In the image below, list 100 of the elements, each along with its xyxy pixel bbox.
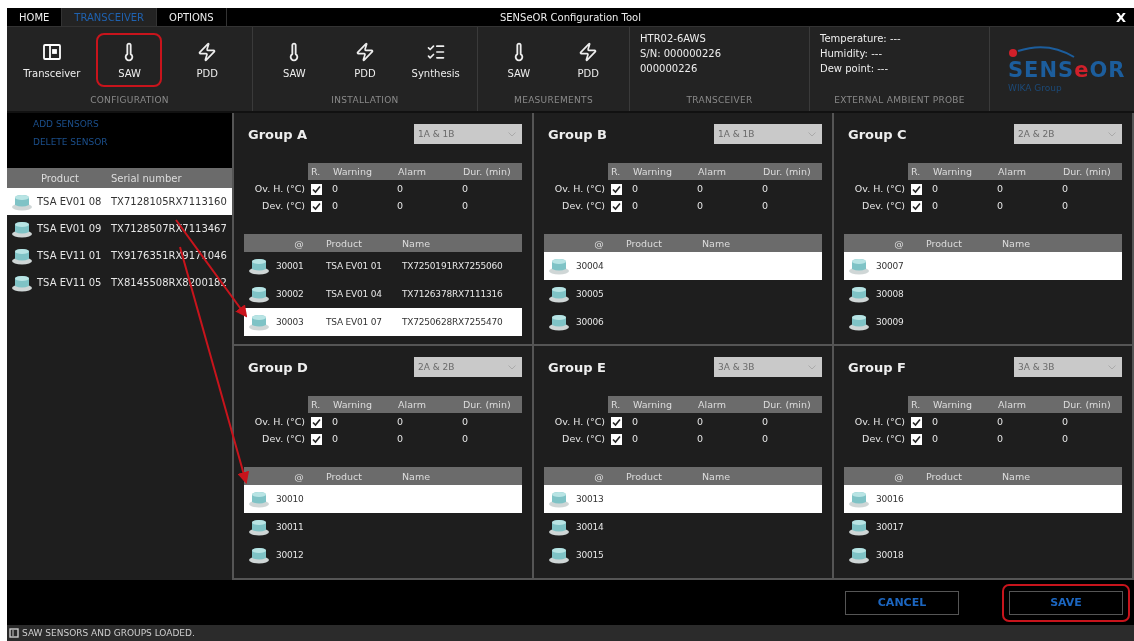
- warning-value: 0: [931, 433, 940, 444]
- checkbox[interactable]: [311, 201, 322, 212]
- group-dropdown[interactable]: 3A & 3B: [714, 357, 822, 377]
- sensor-row[interactable]: 30008: [844, 280, 1122, 308]
- product-cell-text: TSA EV01 04: [325, 289, 383, 299]
- checkbox[interactable]: [611, 184, 622, 195]
- checkbox[interactable]: [911, 184, 922, 195]
- sensor-icon: [548, 518, 570, 536]
- group-dropdown[interactable]: 3A & 3B: [1014, 357, 1122, 377]
- sensor-row[interactable]: 30007: [844, 252, 1122, 280]
- duration-value: 0: [1061, 416, 1070, 427]
- address-cell-text: 30009: [875, 317, 905, 327]
- sensor-row[interactable]: 30015: [544, 541, 822, 569]
- transceiver-info: S/N: 000000226: [640, 48, 722, 59]
- product-cell-text: TSA EV01 07: [325, 317, 383, 327]
- sensor-icon: [248, 257, 270, 275]
- sensor-row[interactable]: TSA EV01 08 TX7128105RX7113160: [7, 188, 232, 215]
- address-cell-text: 30003: [275, 317, 305, 327]
- product-cell-text: TSA EV01 01: [325, 261, 383, 271]
- warning-value: 0: [631, 416, 640, 427]
- ribbon-button[interactable]: PDD: [555, 33, 622, 87]
- action-button[interactable]: SAVE: [1002, 583, 1130, 622]
- close-button[interactable]: X: [1107, 8, 1134, 26]
- checkbox[interactable]: [911, 201, 922, 212]
- threshold-label: Ov. H. (°C): [253, 183, 306, 194]
- sensor-row[interactable]: 30010: [244, 485, 522, 513]
- sensor-row[interactable]: 30004: [544, 252, 822, 280]
- sensor-icon: [848, 518, 870, 536]
- alarm-value: 0: [696, 433, 705, 444]
- address-cell-text: 30007: [875, 261, 905, 271]
- checkbox[interactable]: [911, 434, 922, 445]
- sensor-icon: [11, 246, 33, 265]
- warning-value: 0: [631, 200, 640, 211]
- warning-value: 0: [631, 183, 640, 194]
- checkbox[interactable]: [311, 417, 322, 428]
- warning-value: 0: [631, 433, 640, 444]
- checkbox[interactable]: [611, 417, 622, 428]
- ribbon-button[interactable]: SAW: [485, 33, 552, 87]
- checkbox[interactable]: [611, 434, 622, 445]
- duration-value: 0: [761, 183, 770, 194]
- sensor-icon: [248, 546, 270, 564]
- column-header: Name: [401, 470, 432, 482]
- sensor-row[interactable]: 30003 TSA EV01 07 TX7250628RX7255470: [244, 308, 522, 336]
- duration-value: 0: [761, 433, 770, 444]
- column-header: Warning: [630, 163, 695, 180]
- sensor-row[interactable]: 30002 TSA EV01 04 TX7126378RX7111316: [244, 280, 522, 308]
- sensor-row[interactable]: 30017: [844, 513, 1122, 541]
- name-cell-text: TX7126378RX7111316: [401, 289, 503, 299]
- ribbon-button[interactable]: Synthesis: [402, 33, 469, 87]
- checkbox[interactable]: [311, 434, 322, 445]
- product-cell-text: TSA EV01 08: [37, 196, 103, 207]
- column-header: Warning: [330, 396, 395, 413]
- sensor-row[interactable]: 30012: [244, 541, 522, 569]
- ribbon-button[interactable]: SAW: [261, 33, 328, 87]
- column-header: Product: [37, 168, 107, 188]
- sensor-row[interactable]: 30005: [544, 280, 822, 308]
- sensor-icon: [11, 273, 33, 292]
- ribbon-button[interactable]: Transceiver: [18, 33, 85, 87]
- sensor-row[interactable]: 30016: [844, 485, 1122, 513]
- sensor-row[interactable]: 30006: [544, 308, 822, 336]
- address-cell-text: 30004: [575, 261, 605, 271]
- address-cell-text: 30017: [875, 522, 905, 532]
- column-header: Dur. (min): [1060, 163, 1122, 180]
- tab[interactable]: OPTIONS: [157, 8, 227, 26]
- sensor-row[interactable]: 30018: [844, 541, 1122, 569]
- group-title: Group E: [548, 359, 606, 375]
- column-header: Alarm: [395, 396, 460, 413]
- sensor-row[interactable]: 30011: [244, 513, 522, 541]
- lightning-icon: [355, 41, 375, 62]
- group-title: Group B: [548, 126, 607, 142]
- sensor-row[interactable]: 30013: [544, 485, 822, 513]
- lightning-icon: [197, 41, 218, 62]
- warning-value: 0: [931, 416, 940, 427]
- ribbon-button[interactable]: PDD: [332, 33, 398, 87]
- alarm-value: 0: [396, 433, 405, 444]
- column-header: Name: [1001, 470, 1032, 482]
- checkbox[interactable]: [311, 184, 322, 195]
- logo-tagline: WIKA Group: [1008, 83, 1063, 93]
- column-header: Warning: [930, 396, 995, 413]
- duration-value: 0: [1061, 183, 1070, 194]
- sensor-icon: [248, 285, 270, 303]
- address-cell-text: 30005: [575, 289, 605, 299]
- sensor-row[interactable]: 30009: [844, 308, 1122, 336]
- column-header: Product: [625, 237, 664, 249]
- threshold-label: Dev. (°C): [561, 433, 606, 444]
- threshold-label: Dev. (°C): [561, 200, 606, 211]
- threshold-label: Ov. H. (°C): [253, 416, 306, 427]
- ribbon-button[interactable]: SAW: [96, 33, 163, 87]
- threshold-label: Dev. (°C): [261, 200, 306, 211]
- address-cell-text: 30014: [575, 522, 605, 532]
- column-header: @: [293, 237, 305, 249]
- checkbox[interactable]: [911, 417, 922, 428]
- column-header: R.: [908, 163, 930, 180]
- sensor-icon: [248, 518, 270, 536]
- sensor-row[interactable]: 30014: [544, 513, 822, 541]
- ribbon-button[interactable]: PDD: [174, 33, 241, 87]
- address-cell-text: 30006: [575, 317, 605, 327]
- sensor-row[interactable]: 30001 TSA EV01 01 TX7250191RX7255060: [244, 252, 522, 280]
- alarm-value: 0: [396, 183, 405, 194]
- checkbox[interactable]: [611, 201, 622, 212]
